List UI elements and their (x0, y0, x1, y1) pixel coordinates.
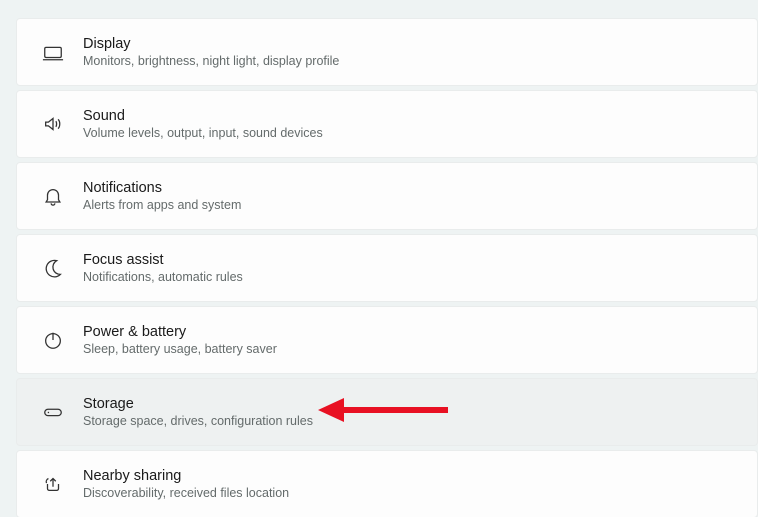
settings-item-title: Notifications (83, 180, 241, 196)
settings-item-title: Storage (83, 396, 313, 412)
settings-item-storage[interactable]: Storage Storage space, drives, configura… (16, 378, 758, 446)
settings-item-title: Nearby sharing (83, 468, 289, 484)
settings-item-sound[interactable]: Sound Volume levels, output, input, soun… (16, 90, 758, 158)
settings-item-focus-assist[interactable]: Focus assist Notifications, automatic ru… (16, 234, 758, 302)
settings-item-display[interactable]: Display Monitors, brightness, night ligh… (16, 18, 758, 86)
settings-item-desc: Alerts from apps and system (83, 198, 241, 212)
settings-system-page: Display Monitors, brightness, night ligh… (0, 0, 758, 517)
sound-icon (31, 113, 75, 135)
settings-item-nearby-sharing[interactable]: Nearby sharing Discoverability, received… (16, 450, 758, 517)
settings-item-title: Display (83, 36, 339, 52)
settings-item-text: Focus assist Notifications, automatic ru… (75, 252, 243, 284)
settings-item-text: Notifications Alerts from apps and syste… (75, 180, 241, 212)
power-icon (31, 329, 75, 351)
storage-icon (31, 401, 75, 423)
settings-item-text: Sound Volume levels, output, input, soun… (75, 108, 323, 140)
settings-item-desc: Discoverability, received files location (83, 486, 289, 500)
settings-list: Display Monitors, brightness, night ligh… (0, 0, 758, 517)
settings-item-title: Focus assist (83, 252, 243, 268)
bell-icon (31, 185, 75, 207)
settings-item-desc: Monitors, brightness, night light, displ… (83, 54, 339, 68)
settings-item-text: Nearby sharing Discoverability, received… (75, 468, 289, 500)
settings-item-notifications[interactable]: Notifications Alerts from apps and syste… (16, 162, 758, 230)
settings-item-desc: Notifications, automatic rules (83, 270, 243, 284)
settings-item-text: Power & battery Sleep, battery usage, ba… (75, 324, 277, 356)
share-icon (31, 473, 75, 495)
settings-item-title: Power & battery (83, 324, 277, 340)
display-icon (31, 41, 75, 63)
settings-item-desc: Storage space, drives, configuration rul… (83, 414, 313, 428)
settings-item-text: Display Monitors, brightness, night ligh… (75, 36, 339, 68)
moon-icon (31, 257, 75, 279)
settings-item-power-battery[interactable]: Power & battery Sleep, battery usage, ba… (16, 306, 758, 374)
settings-item-desc: Volume levels, output, input, sound devi… (83, 126, 323, 140)
settings-item-desc: Sleep, battery usage, battery saver (83, 342, 277, 356)
settings-item-title: Sound (83, 108, 323, 124)
settings-item-text: Storage Storage space, drives, configura… (75, 396, 313, 428)
